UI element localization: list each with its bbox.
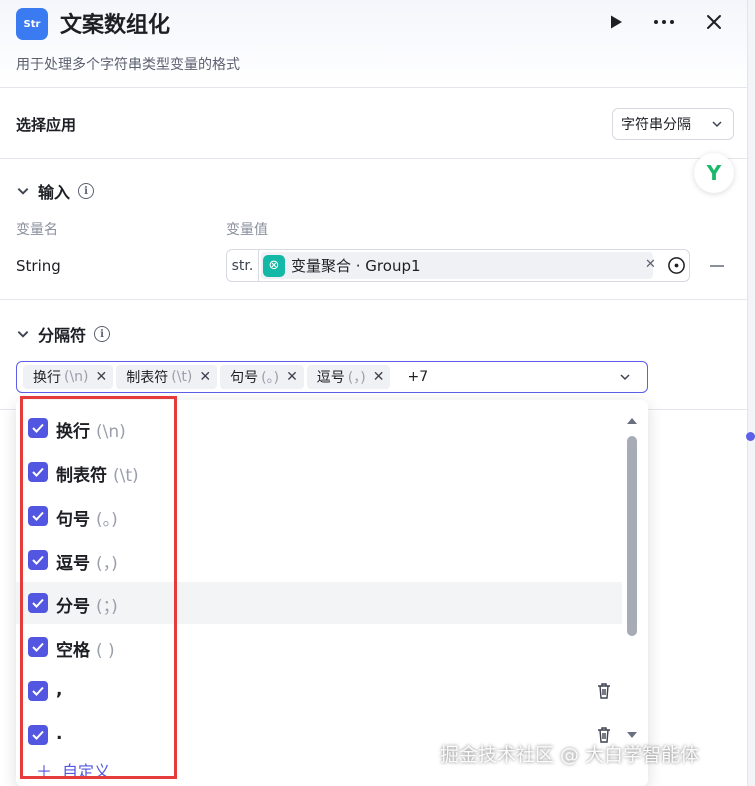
separator-multiselect[interactable]: 换行 (\n) ✕ 制表符 (\t) ✕ 句号 (。) ✕ 逗号 (，) ✕ +… xyxy=(16,361,648,393)
close-button[interactable] xyxy=(700,8,728,36)
more-options-button[interactable] xyxy=(650,8,678,36)
checkbox-checked[interactable] xyxy=(28,418,48,438)
workflow-canvas-edge xyxy=(748,0,755,786)
separator-section-title: 分隔符 xyxy=(38,326,87,345)
clear-reference-icon[interactable]: ✕ xyxy=(645,257,656,272)
info-icon[interactable]: i xyxy=(94,326,111,342)
remove-tag-icon[interactable]: ✕ xyxy=(286,369,298,385)
aggregate-icon: ⊗ xyxy=(263,254,285,277)
separator-section-header[interactable]: 分隔符 i xyxy=(16,322,111,346)
option-space[interactable]: 空格( ) xyxy=(16,626,622,668)
app-select-value: 字符串分隔 xyxy=(621,117,691,133)
chevron-down-icon xyxy=(17,188,29,195)
info-icon[interactable]: i xyxy=(78,183,95,199)
checkbox-checked[interactable] xyxy=(28,637,48,657)
node-config-panel: Str 文案数组化 用于处理多个字符串类型变量的格式 选择应用 字符串分隔 Y … xyxy=(0,0,748,786)
more-dots-icon xyxy=(654,20,674,24)
checkbox-checked[interactable] xyxy=(28,506,48,526)
variable-value-field[interactable]: str. ⊗ 变量聚合 · Group1 ✕ xyxy=(226,249,690,282)
run-button[interactable] xyxy=(602,8,630,36)
remove-row-button[interactable] xyxy=(710,265,724,267)
scrollbar-thumb[interactable] xyxy=(627,436,637,636)
separator-dropdown: 换行 (\n) 制表符 (\t) 句号 (。) 逗号 (，) 分号 (；) 空格( ) , xyxy=(16,400,648,786)
checkmark-icon xyxy=(32,730,44,740)
plus-icon: ＋ xyxy=(36,762,53,781)
add-custom-label: 自定义 xyxy=(62,762,111,781)
more-tags-count: +7 xyxy=(407,369,429,385)
type-tag: str. xyxy=(227,250,259,281)
checkmark-icon xyxy=(32,467,44,477)
option-semicolon[interactable]: 分号 (；) xyxy=(16,582,622,624)
close-icon xyxy=(707,15,721,29)
option-custom-comma[interactable]: , xyxy=(16,670,622,712)
chevron-down-icon xyxy=(620,374,630,381)
input-section-title: 输入 xyxy=(38,183,71,202)
app-select[interactable]: 字符串分隔 xyxy=(612,108,734,140)
string-app-icon: Str xyxy=(16,8,48,40)
checkmark-icon xyxy=(32,642,44,652)
option-comma[interactable]: 逗号 (，) xyxy=(16,539,622,581)
column-label-value: 变量值 xyxy=(226,222,268,238)
option-period[interactable]: 句号 (。) xyxy=(16,495,622,537)
select-app-label: 选择应用 xyxy=(16,116,77,134)
column-label-name: 变量名 xyxy=(16,222,58,238)
remove-tag-icon[interactable]: ✕ xyxy=(373,369,385,385)
variable-reference-label: 变量聚合 · Group1 xyxy=(291,257,421,275)
input-section: 输入 i 变量名 变量值 String str. ⊗ 变量聚合 · Group1… xyxy=(0,159,747,300)
play-icon xyxy=(611,15,622,29)
option-tab[interactable]: 制表符 (\t) xyxy=(16,451,622,493)
variable-reference-chip[interactable]: ⊗ 变量聚合 · Group1 xyxy=(261,252,653,279)
variable-name: String xyxy=(16,257,61,275)
page-title: 文案数组化 xyxy=(60,13,171,38)
watermark: 掘金技术社区 @ 大白学智能体 xyxy=(440,744,700,766)
option-newline[interactable]: 换行 (\n) xyxy=(16,407,622,449)
checkmark-icon xyxy=(32,511,44,521)
checkmark-icon xyxy=(32,686,44,696)
separator-section: 分隔符 i 换行 (\n) ✕ 制表符 (\t) ✕ 句号 (。) ✕ 逗号 (… xyxy=(0,300,747,410)
checkmark-icon xyxy=(32,598,44,608)
selected-tag: 句号 (。) ✕ xyxy=(220,365,304,389)
canvas-connection-port[interactable] xyxy=(746,432,755,441)
checkmark-icon xyxy=(32,555,44,565)
scroll-down-arrow-icon[interactable] xyxy=(627,732,637,738)
selected-tag: 换行 (\n) ✕ xyxy=(23,365,114,389)
chevron-down-icon xyxy=(712,121,722,128)
chevron-down-icon xyxy=(17,331,29,338)
select-app-section: 选择应用 字符串分隔 xyxy=(0,88,747,159)
node-description: 用于处理多个字符串类型变量的格式 xyxy=(16,57,240,73)
checkbox-checked[interactable] xyxy=(28,681,48,701)
input-section-header[interactable]: 输入 i xyxy=(16,179,95,203)
trash-icon[interactable] xyxy=(596,682,612,700)
checkmark-icon xyxy=(32,423,44,433)
checkbox-checked[interactable] xyxy=(28,725,48,745)
remove-tag-icon[interactable]: ✕ xyxy=(199,369,211,385)
scroll-up-arrow-icon[interactable] xyxy=(627,418,637,424)
selected-tag: 逗号 (，) ✕ xyxy=(306,365,391,389)
panel-header: Str 文案数组化 用于处理多个字符串类型变量的格式 xyxy=(0,0,747,88)
target-icon[interactable] xyxy=(667,256,686,275)
selected-tag: 制表符 (\t) ✕ xyxy=(116,365,218,389)
checkbox-checked[interactable] xyxy=(28,462,48,482)
checkbox-checked[interactable] xyxy=(28,593,48,613)
remove-tag-icon[interactable]: ✕ xyxy=(96,369,108,385)
checkbox-checked[interactable] xyxy=(28,550,48,570)
add-custom-separator-button[interactable]: ＋ 自定义 xyxy=(36,758,110,782)
